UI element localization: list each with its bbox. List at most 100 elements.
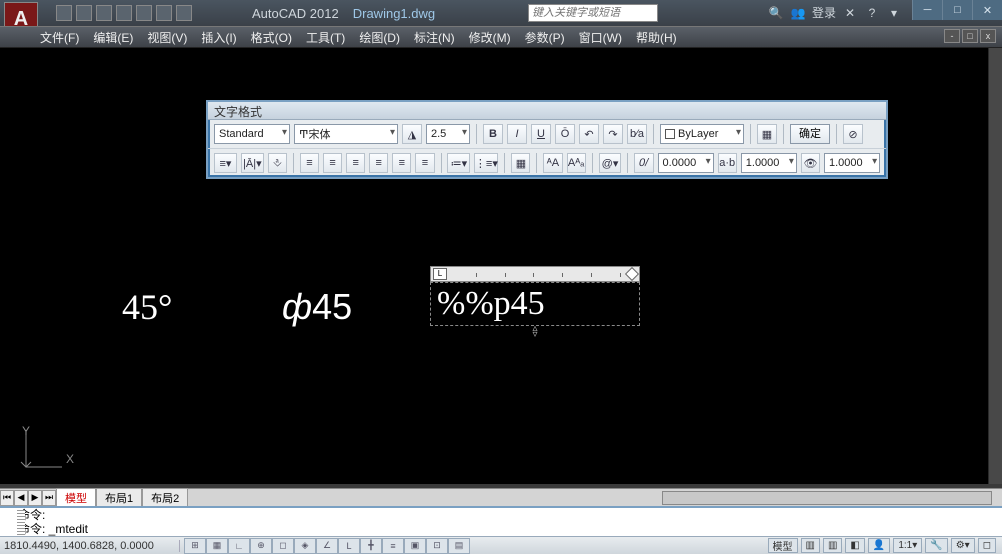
tab-marker[interactable]: L — [433, 268, 447, 280]
ok-button[interactable]: 确定 — [790, 124, 830, 144]
options-button[interactable]: ⊘ — [843, 124, 863, 144]
drop-icon[interactable]: ▾ — [886, 5, 902, 21]
cleanscreen-button[interactable]: ◻ — [978, 538, 996, 553]
align-left-button[interactable]: ≡ — [300, 153, 319, 173]
panel-title[interactable]: 文字格式 — [208, 102, 886, 120]
help-icon[interactable]: ? — [864, 5, 880, 21]
menu-file[interactable]: 文件(F) — [40, 29, 79, 46]
widthfactor-button[interactable]: 👁 — [801, 153, 820, 173]
mtext-input[interactable]: %%p45 — [430, 282, 640, 326]
menu-help[interactable]: 帮助(H) — [636, 29, 677, 46]
align-right-button[interactable]: ≡ — [346, 153, 365, 173]
menu-draw[interactable]: 绘图(D) — [359, 29, 400, 46]
login-link[interactable]: 登录 — [812, 4, 836, 21]
mtext-justify-button[interactable]: |Ā|▾ — [241, 153, 264, 173]
columns-button[interactable]: ≡▾ — [214, 153, 237, 173]
bold-button[interactable]: B — [483, 124, 503, 144]
tab-prev-button[interactable]: ◀ — [14, 490, 28, 506]
lowercase-button[interactable]: Aᴬₐ — [567, 153, 586, 173]
grid-button[interactable]: ▦ — [206, 538, 228, 554]
symbol-button[interactable]: @▾ — [599, 153, 622, 173]
qat-btn[interactable] — [176, 5, 192, 21]
annovis-button[interactable]: 🔧 — [925, 538, 947, 553]
qat-btn[interactable] — [136, 5, 152, 21]
oblique-button[interactable]: 0/ — [634, 153, 653, 173]
align-center-button[interactable]: ≡ — [323, 153, 342, 173]
signin-icon[interactable]: 👥 — [790, 5, 806, 21]
annotative-button[interactable]: ◮ — [402, 124, 422, 144]
qat-btn[interactable] — [156, 5, 172, 21]
modelspace-button[interactable]: 模型 — [768, 538, 798, 553]
workspace-button[interactable]: ⚙▾ — [951, 538, 975, 553]
color-dropdown[interactable]: ByLayer — [660, 124, 744, 144]
italic-button[interactable]: I — [507, 124, 527, 144]
field-button[interactable]: ▦ — [511, 153, 530, 173]
doc-minimize-button[interactable]: - — [944, 29, 960, 43]
search-input[interactable] — [528, 4, 658, 22]
qat-btn[interactable] — [96, 5, 112, 21]
overline-button[interactable]: Ō — [555, 124, 575, 144]
lwt-button[interactable]: ≡ — [382, 538, 404, 554]
menu-dimension[interactable]: 标注(N) — [414, 29, 455, 46]
minimize-button[interactable]: ─ — [912, 0, 942, 20]
ruler-button[interactable]: ▦ — [757, 124, 777, 144]
tab-first-button[interactable]: ⏮ — [0, 490, 14, 506]
align-justify-button[interactable]: ≡ — [369, 153, 388, 173]
sc-button[interactable]: ▤ — [448, 538, 470, 554]
undo-button[interactable]: ↶ — [579, 124, 599, 144]
dyn-button[interactable]: ╋ — [360, 538, 382, 554]
text-size-dropdown[interactable]: 2.5 — [426, 124, 470, 144]
menu-format[interactable]: 格式(O) — [251, 29, 292, 46]
scale-dropdown[interactable]: 1:1▾ — [893, 538, 922, 553]
panzoom-button[interactable]: ◧ — [845, 538, 864, 553]
stack-button[interactable]: b⁄a — [627, 124, 647, 144]
mtext-editor[interactable]: L %%p45 ▵▿ — [430, 266, 640, 338]
tpy-button[interactable]: ▣ — [404, 538, 426, 554]
osnap-button[interactable]: ◻ — [272, 538, 294, 554]
horizontal-scrollbar[interactable] — [662, 491, 992, 505]
tab-layout2[interactable]: 布局2 — [142, 488, 188, 507]
tab-next-button[interactable]: ▶ — [28, 490, 42, 506]
quickview-button[interactable]: ▥ — [823, 538, 842, 553]
mtext-ruler[interactable]: L — [430, 266, 640, 282]
close-button[interactable]: ✕ — [972, 0, 1002, 20]
ortho-button[interactable]: ∟ — [228, 538, 250, 554]
text-format-toolbar[interactable]: 文字格式 Standard Ͳ 宋体 ◮ 2.5 B I U Ō ↶ ↷ b⁄a… — [206, 100, 888, 179]
text-style-dropdown[interactable]: Standard — [214, 124, 290, 144]
qat-btn[interactable] — [76, 5, 92, 21]
exchange-icon[interactable]: ✕ — [842, 5, 858, 21]
widthfactor-value[interactable]: 1.0000 — [824, 153, 880, 173]
underline-button[interactable]: U — [531, 124, 551, 144]
doc-close-button[interactable]: x — [980, 29, 996, 43]
font-dropdown[interactable]: Ͳ 宋体 — [294, 124, 398, 144]
otrack-button[interactable]: ∠ — [316, 538, 338, 554]
ducs-button[interactable]: L — [338, 538, 360, 554]
status-layout-button[interactable]: ▥ — [801, 538, 820, 553]
menu-window[interactable]: 窗口(W) — [579, 29, 622, 46]
3dosnap-button[interactable]: ◈ — [294, 538, 316, 554]
tracking-button[interactable]: a·b — [718, 153, 737, 173]
tab-last-button[interactable]: ⏭ — [42, 490, 56, 506]
menu-param[interactable]: 参数(P) — [525, 29, 565, 46]
coordinates[interactable]: 1810.4490, 1400.6828, 0.0000 — [0, 540, 180, 552]
tracking-value[interactable]: 1.0000 — [741, 153, 797, 173]
tab-model[interactable]: 模型 — [56, 488, 96, 507]
bullets-button[interactable]: ≔▾ — [447, 153, 470, 173]
grip-icon[interactable] — [17, 510, 25, 536]
qp-button[interactable]: ⊡ — [426, 538, 448, 554]
uppercase-button[interactable]: ᴬA — [543, 153, 562, 173]
snap-button[interactable]: ⊞ — [184, 538, 206, 554]
menu-view[interactable]: 视图(V) — [147, 29, 187, 46]
menu-tools[interactable]: 工具(T) — [306, 29, 345, 46]
menu-modify[interactable]: 修改(M) — [469, 29, 511, 46]
doc-restore-button[interactable]: □ — [962, 29, 978, 43]
qat-btn[interactable] — [116, 5, 132, 21]
search-icon[interactable]: 🔍 — [768, 5, 784, 21]
command-line[interactable]: 命令: 命令: _mtedit — [0, 506, 1002, 536]
tab-layout1[interactable]: 布局1 — [96, 488, 142, 507]
vertical-scrollbar[interactable] — [988, 48, 1002, 484]
maximize-button[interactable]: □ — [942, 0, 972, 20]
height-handle[interactable]: ▵▿ — [529, 326, 541, 338]
menu-edit[interactable]: 编辑(E) — [93, 29, 133, 46]
paragraph-button[interactable]: ⎀ — [268, 153, 287, 173]
